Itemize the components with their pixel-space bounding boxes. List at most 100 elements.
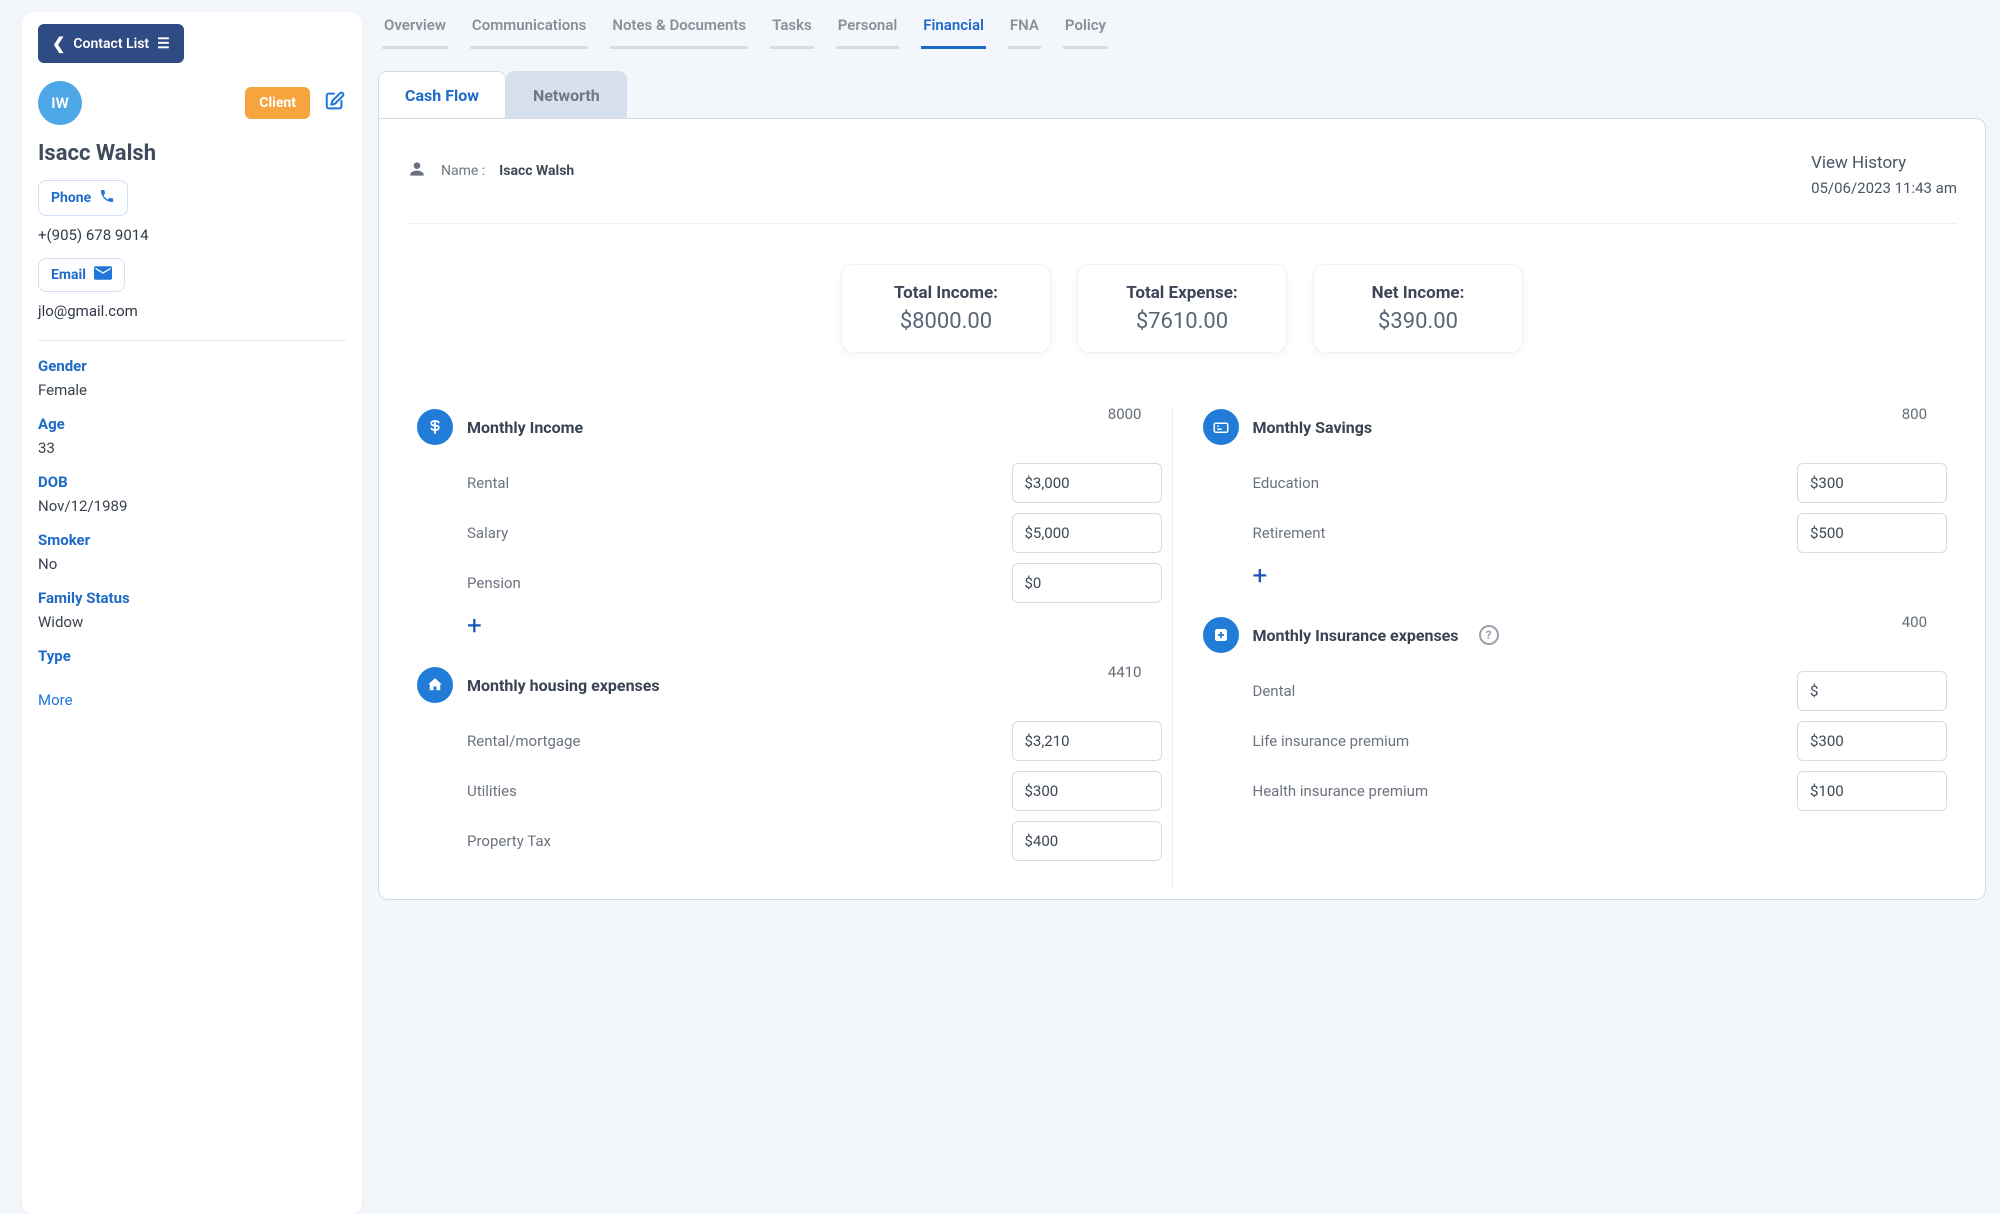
income-row: Rental: [467, 463, 1162, 503]
back-button-label: Contact List: [73, 36, 149, 52]
tab-personal[interactable]: Personal: [836, 16, 900, 49]
edit-icon[interactable]: [324, 90, 346, 116]
housing-rental-input[interactable]: [1012, 721, 1162, 761]
dollar-icon: [417, 409, 453, 445]
top-nav: Overview Communications Notes & Documents T…: [378, 0, 1986, 49]
smoker-value: No: [38, 555, 346, 573]
subtabs: Cash FlowNetworth: [378, 71, 1986, 119]
phone-value: +(905) 678 9014: [38, 226, 346, 244]
insurance-health-input[interactable]: [1797, 771, 1947, 811]
income-row-label: Salary: [467, 524, 992, 542]
insurance-life-input[interactable]: [1797, 721, 1947, 761]
view-history-link[interactable]: View History: [1811, 153, 1957, 173]
client-badge: Client: [245, 87, 310, 119]
tab-tasks[interactable]: Tasks: [770, 16, 814, 49]
dob-label: DOB: [38, 473, 346, 491]
housing-property-tax-input[interactable]: [1012, 821, 1162, 861]
savings-row-label: Retirement: [1253, 524, 1778, 542]
insurance-dental-input[interactable]: [1797, 671, 1947, 711]
left-column: Monthly Income 8000 Rental Salary: [407, 409, 1172, 889]
name-label: Name :: [441, 163, 485, 179]
sidebar-divider: [38, 340, 346, 341]
tab-policy[interactable]: Policy: [1063, 16, 1108, 49]
type-label: Type: [38, 647, 346, 665]
income-rental-input[interactable]: [1012, 463, 1162, 503]
insurance-row: Dental: [1253, 671, 1948, 711]
list-icon: ☰: [157, 36, 170, 52]
subtab-cash-flow[interactable]: Cash Flow: [378, 71, 506, 119]
savings-row: Retirement: [1253, 513, 1948, 553]
total-income-value: $8000.00: [876, 309, 1016, 334]
savings-icon: [1203, 409, 1239, 445]
age-value: 33: [38, 439, 346, 457]
monthly-income-section: Monthly Income 8000 Rental Salary: [417, 409, 1162, 639]
phone-button[interactable]: Phone: [38, 180, 128, 216]
email-button[interactable]: Email: [38, 258, 125, 292]
insurance-row-label: Life insurance premium: [1253, 732, 1778, 750]
gender-label: Gender: [38, 357, 346, 375]
net-income-value: $390.00: [1348, 309, 1488, 334]
subtab-networth[interactable]: Networth: [506, 71, 627, 119]
housing-row-label: Property Tax: [467, 832, 992, 850]
net-income-label: Net Income:: [1348, 283, 1488, 303]
age-label: Age: [38, 415, 346, 433]
income-pension-input[interactable]: [1012, 563, 1162, 603]
income-row-label: Rental: [467, 474, 992, 492]
housing-row-label: Rental/mortgage: [467, 732, 992, 750]
insurance-total: 400: [1902, 613, 1927, 631]
main-area: Overview Communications Notes & Documents T…: [378, 0, 1986, 1214]
contact-sidebar: ❮ Contact List ☰ IW Client Isacc Walsh P…: [22, 12, 362, 1214]
insurance-title: Monthly Insurance expenses: [1253, 626, 1459, 645]
housing-utilities-input[interactable]: [1012, 771, 1162, 811]
email-icon: [94, 266, 112, 284]
back-to-contact-list-button[interactable]: ❮ Contact List ☰: [38, 24, 184, 63]
net-income-card: Net Income: $390.00: [1313, 264, 1523, 353]
tab-communications[interactable]: Communications: [470, 16, 588, 49]
family-status-label: Family Status: [38, 589, 346, 607]
person-icon: [407, 159, 427, 183]
income-row-label: Pension: [467, 574, 992, 592]
dob-value: Nov/12/1989: [38, 497, 346, 515]
monthly-housing-section: Monthly housing expenses 4410 Rental/mor…: [417, 667, 1162, 861]
tab-overview[interactable]: Overview: [382, 16, 448, 49]
smoker-label: Smoker: [38, 531, 346, 549]
monthly-savings-section: Monthly Savings 800 Education Retirement: [1203, 409, 1948, 589]
tab-fna[interactable]: FNA: [1008, 16, 1041, 49]
total-expense-card: Total Expense: $7610.00: [1077, 264, 1287, 353]
tab-notes-documents[interactable]: Notes & Documents: [610, 16, 748, 49]
cash-flow-panel: Name : Isacc Walsh View History 05/06/20…: [378, 118, 1986, 900]
contact-name: Isacc Walsh: [38, 141, 346, 166]
housing-row-label: Utilities: [467, 782, 992, 800]
help-icon[interactable]: ?: [1479, 625, 1499, 645]
housing-row: Utilities: [467, 771, 1162, 811]
phone-button-label: Phone: [51, 190, 91, 206]
total-expense-value: $7610.00: [1112, 309, 1252, 334]
add-income-button[interactable]: +: [467, 613, 1162, 639]
income-salary-input[interactable]: [1012, 513, 1162, 553]
history-timestamp: 05/06/2023 11:43 am: [1811, 179, 1957, 197]
total-income-card: Total Income: $8000.00: [841, 264, 1051, 353]
savings-education-input[interactable]: [1797, 463, 1947, 503]
savings-total: 800: [1902, 405, 1927, 423]
insurance-row: Health insurance premium: [1253, 771, 1948, 811]
insurance-row-label: Health insurance premium: [1253, 782, 1778, 800]
housing-row: Property Tax: [467, 821, 1162, 861]
tab-financial[interactable]: Financial: [921, 16, 986, 49]
housing-row: Rental/mortgage: [467, 721, 1162, 761]
avatar-initials: IW: [51, 94, 68, 112]
home-icon: [417, 667, 453, 703]
housing-title: Monthly housing expenses: [467, 676, 660, 695]
more-link[interactable]: More: [38, 691, 346, 709]
avatar: IW: [38, 81, 82, 125]
chevron-left-icon: ❮: [52, 34, 65, 53]
right-column: Monthly Savings 800 Education Retirement: [1172, 409, 1958, 889]
email-value: jlo@gmail.com: [38, 302, 346, 320]
phone-icon: [99, 188, 115, 208]
savings-retirement-input[interactable]: [1797, 513, 1947, 553]
savings-title: Monthly Savings: [1253, 418, 1373, 437]
income-row: Pension: [467, 563, 1162, 603]
savings-row-label: Education: [1253, 474, 1778, 492]
name-value: Isacc Walsh: [499, 163, 574, 179]
family-status-value: Widow: [38, 613, 346, 631]
add-savings-button[interactable]: +: [1253, 563, 1948, 589]
